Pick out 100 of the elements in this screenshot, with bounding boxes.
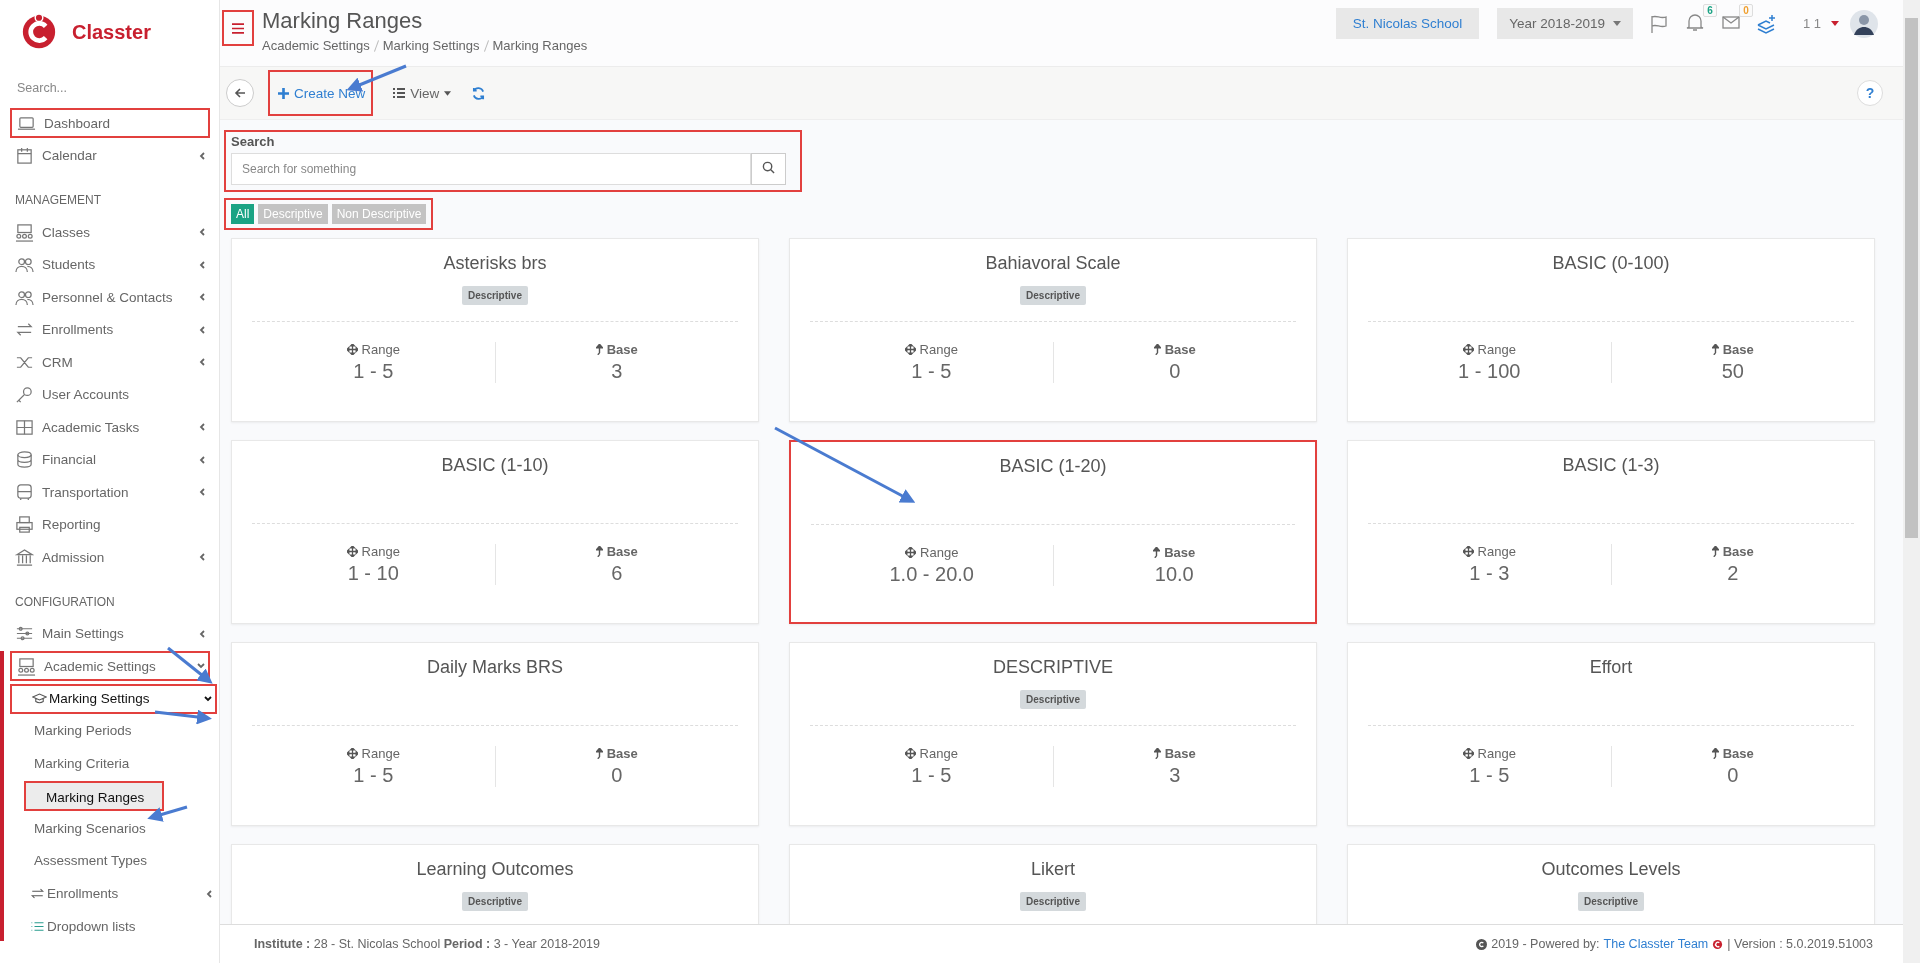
sidebar-subitem[interactable]: Marking Criteria (10, 748, 219, 779)
breadcrumb-link[interactable]: Academic Settings (262, 38, 370, 53)
avatar-icon[interactable] (1849, 8, 1879, 39)
sidebar-item[interactable]: Academic Tasks (10, 412, 210, 442)
search-button[interactable] (751, 153, 786, 185)
version-text: | Version : 5.0.2019.51003 (1727, 937, 1873, 951)
move-arrows-icon (904, 748, 916, 759)
filter-tab[interactable]: All (231, 204, 255, 224)
menu-button[interactable] (222, 10, 254, 46)
sidebar-item[interactable]: Personnel & Contacts (10, 282, 210, 312)
up-arrow-icon (1711, 748, 1719, 759)
back-button[interactable] (226, 79, 254, 107)
chevron-icon (198, 150, 208, 161)
chevron-icon (205, 888, 215, 899)
range-card[interactable]: BASIC (1-3) Range 1 - 3 Base 2 (1347, 440, 1875, 624)
sidebar-search-field[interactable]: Search... (15, 80, 199, 96)
layers-plus-icon[interactable] (1756, 13, 1777, 34)
chevron-icon (198, 628, 208, 639)
range-card[interactable]: DESCRIPTIVE Descriptive Range 1 - 5 Base 3 (789, 642, 1317, 826)
sidebar-item[interactable]: Students (10, 249, 210, 280)
help-button[interactable]: ? (1857, 80, 1883, 106)
section-heading: MANAGEMENT (14, 192, 102, 209)
card-title: Bahiavoral Scale (984, 253, 1122, 274)
range-value: 1 - 5 (352, 764, 395, 787)
range-card[interactable]: Asterisks brs Descriptive Range 1 - 5 Base 3 (231, 238, 759, 422)
bell-icon[interactable] (1684, 11, 1705, 32)
list-icon (393, 88, 406, 98)
range-card[interactable]: Likert Descriptive (789, 844, 1317, 924)
range-card[interactable]: Daily Marks BRS Range 1 - 5 Base 0 (231, 642, 759, 826)
card-title: Asterisks brs (442, 253, 548, 274)
sidebar-subitem[interactable]: Assessment Types (10, 846, 219, 876)
range-card[interactable]: BASIC (1-10) Range 1 - 10 Base 6 (231, 440, 759, 624)
base-label: Base (1722, 342, 1754, 357)
plus-icon (278, 87, 289, 99)
card-title: BASIC (1-20) (998, 456, 1108, 477)
chevron-icon (198, 422, 208, 432)
sidebar-item[interactable]: Calendar (10, 140, 210, 171)
create-new-button[interactable]: Create New (268, 70, 374, 116)
sidebar-subitem[interactable]: Marking Periods (10, 716, 219, 746)
up-arrow-icon (595, 344, 603, 355)
school-button[interactable]: St. Nicolas School (1335, 8, 1480, 39)
range-value: 1.0 - 20.0 (888, 563, 975, 586)
range-card[interactable]: Outcomes Levels Descriptive (1347, 844, 1875, 924)
breadcrumb-link[interactable]: Marking Settings (382, 38, 480, 53)
sidebar-item[interactable]: CRM (10, 347, 210, 377)
range-card[interactable]: Learning Outcomes Descriptive (231, 844, 759, 924)
range-label: Range (919, 342, 958, 357)
range-label: Range (1477, 342, 1516, 357)
refresh-icon[interactable] (471, 85, 487, 101)
range-card[interactable]: Bahiavoral Scale Descriptive Range 1 - 5 Base 0 (789, 238, 1317, 422)
sidebar-subitem[interactable]: Marking Scenarios (10, 813, 219, 844)
classroom-icon (17, 656, 36, 676)
logo-icon (1712, 938, 1724, 950)
range-card[interactable]: BASIC (0-100) Range 1 - 100 Base 50 (1347, 238, 1875, 422)
page-title: Marking Ranges (262, 8, 424, 34)
bus-icon (15, 482, 34, 502)
card-title: BASIC (1-10) (440, 455, 550, 476)
sidebar-item[interactable]: User Accounts (10, 379, 210, 410)
base-value: 0 (610, 764, 624, 787)
sidebar-item[interactable]: Enrollments (10, 314, 210, 345)
user-name[interactable]: 1 1 (1802, 16, 1821, 31)
search-field[interactable]: Search for something (231, 153, 751, 185)
sidebar-subitem[interactable]: Marking Ranges (24, 781, 164, 811)
range-label: Range (1477, 544, 1516, 559)
sidebar-item[interactable]: Reporting (10, 509, 210, 540)
chevron-icon (196, 661, 206, 671)
range-card[interactable]: BASIC (1-20) Range 1.0 - 20.0 Base 10.0 (789, 440, 1317, 624)
breadcrumb-link[interactable]: Marking Ranges (492, 38, 588, 53)
sidebar-subitem[interactable]: Dropdown lists (10, 911, 217, 941)
year-dropdown[interactable]: Year 2018-2019 (1497, 8, 1633, 39)
caret-icon (444, 90, 452, 96)
sidebar-item[interactable]: Dashboard (10, 108, 210, 138)
caret-icon (1831, 21, 1839, 26)
grid-icon (15, 417, 34, 437)
move-arrows-icon (1462, 546, 1474, 557)
view-dropdown[interactable]: View (387, 84, 458, 102)
sidebar-item[interactable]: Main Settings (10, 618, 210, 649)
sidebar-item[interactable]: Academic Settings (10, 651, 210, 681)
sidebar-item[interactable]: Classes (10, 217, 210, 247)
flag-icon[interactable] (1648, 13, 1669, 34)
chevron-icon (198, 227, 208, 237)
range-label: Range (361, 746, 400, 761)
sidebar-subitem[interactable]: Enrollments (10, 878, 217, 909)
base-value: 2 (1726, 562, 1740, 585)
notification-count: 6 (1703, 3, 1717, 17)
sidebar-subitem[interactable]: Marking Settings (10, 683, 217, 714)
base-value: 0 (1168, 360, 1182, 383)
menu-icon (232, 22, 244, 34)
chevron-icon (198, 324, 208, 335)
sidebar-item[interactable]: Transportation (10, 477, 210, 507)
sidebar-item[interactable]: Admission (10, 542, 210, 572)
card-title: Effort (1588, 657, 1634, 678)
range-card[interactable]: Effort Range 1 - 5 Base 0 (1347, 642, 1875, 826)
sidebar-item[interactable]: Financial (10, 444, 210, 475)
move-arrows-icon (904, 344, 916, 355)
team-link[interactable]: The Classter Team (1603, 937, 1709, 951)
type-tag: Descriptive (1578, 892, 1644, 911)
base-label: Base (606, 342, 638, 357)
scrollbar[interactable] (1903, 0, 1920, 963)
up-arrow-icon (595, 546, 603, 557)
